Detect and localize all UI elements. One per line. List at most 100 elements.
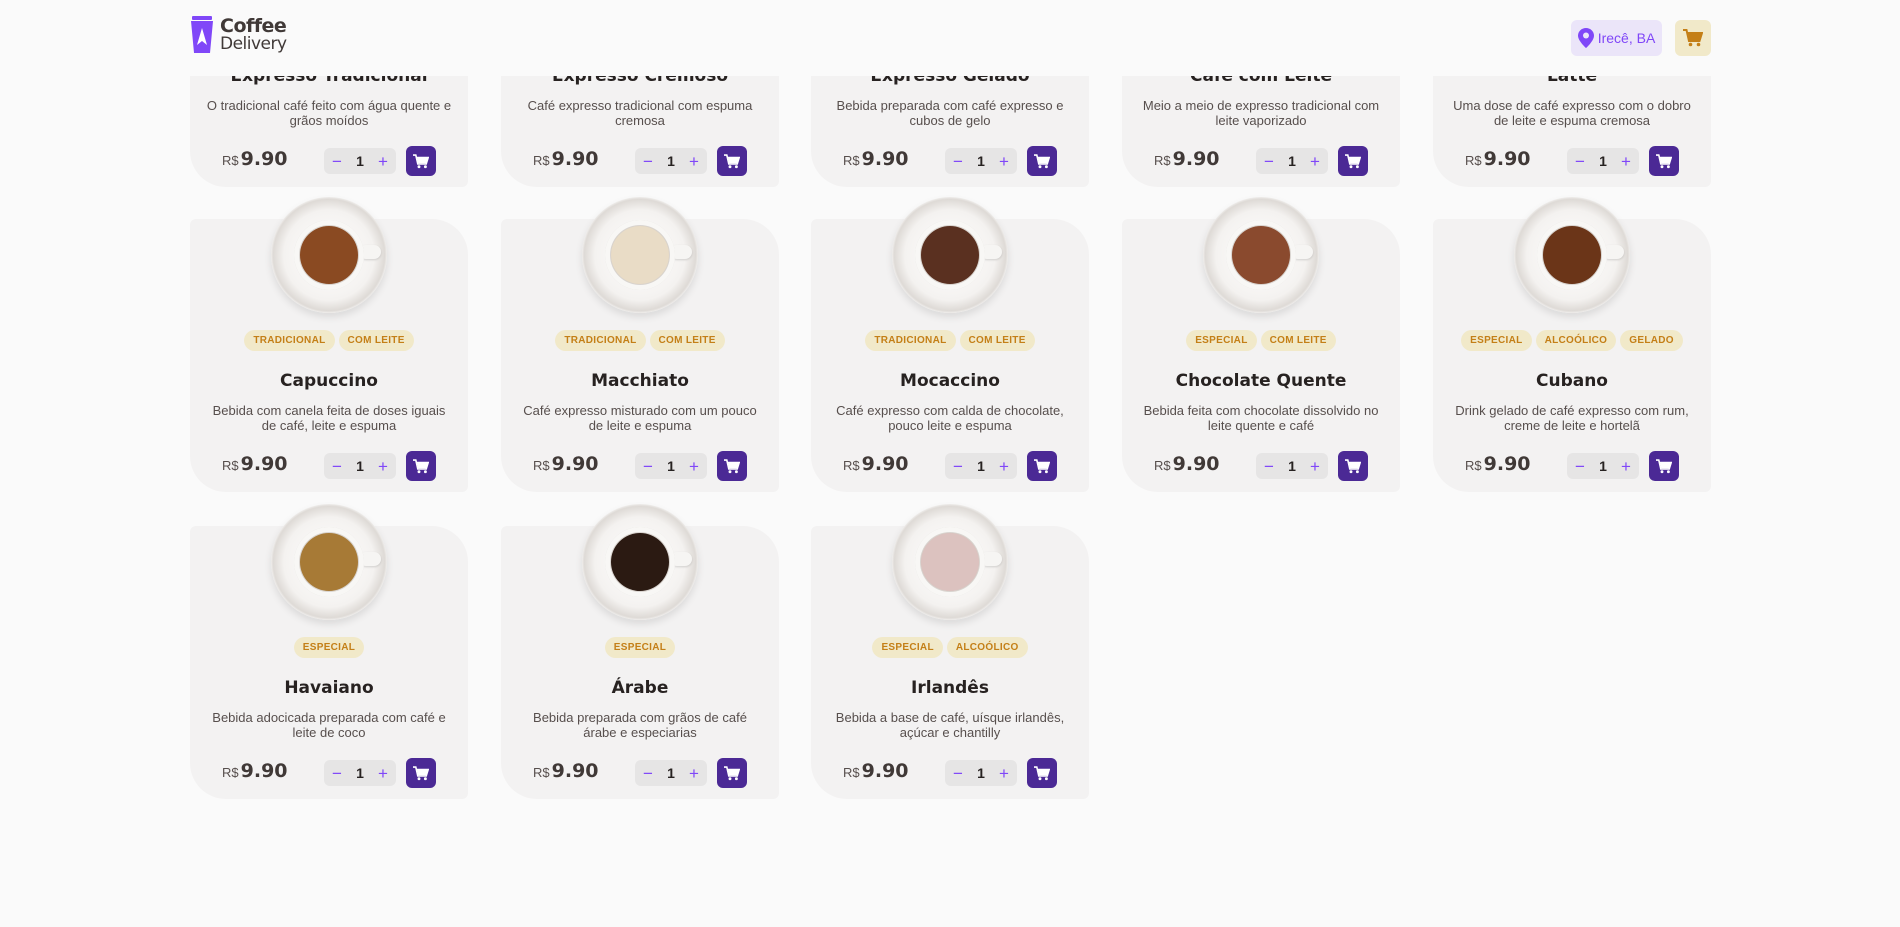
price-value: 9.90 xyxy=(551,148,599,170)
tag-list: Especial xyxy=(501,637,779,658)
price: R$ 9.90 xyxy=(222,453,288,475)
plus-icon[interactable]: + xyxy=(1310,153,1320,170)
minus-icon[interactable]: − xyxy=(1575,458,1585,475)
quantity-stepper: − 1 + xyxy=(324,453,396,479)
plus-icon[interactable]: + xyxy=(999,765,1009,782)
quantity-stepper: − 1 + xyxy=(945,453,1017,479)
shopping-cart-icon xyxy=(1034,458,1050,474)
price: R$ 9.90 xyxy=(533,453,599,475)
add-to-cart-button[interactable] xyxy=(717,146,747,176)
minus-icon[interactable]: − xyxy=(332,153,342,170)
add-to-cart-button[interactable] xyxy=(1649,146,1679,176)
coffee-image xyxy=(1514,197,1630,313)
plus-icon[interactable]: + xyxy=(689,765,699,782)
currency-symbol: R$ xyxy=(222,765,239,780)
add-to-cart-button[interactable] xyxy=(1027,758,1057,788)
quantity-value: 1 xyxy=(1599,153,1607,169)
quantity-value: 1 xyxy=(667,458,675,474)
coffee-description: Bebida com canela feita de doses iguais … xyxy=(212,403,446,433)
plus-icon[interactable]: + xyxy=(689,153,699,170)
shopping-cart-icon xyxy=(1656,458,1672,474)
add-to-cart-button[interactable] xyxy=(406,758,436,788)
coffee-image xyxy=(1203,197,1319,313)
coffee-description: Uma dose de café expresso com o dobro de… xyxy=(1453,98,1691,128)
minus-icon[interactable]: − xyxy=(1264,153,1274,170)
shopping-cart-icon xyxy=(1345,458,1361,474)
coffee-description: Bebida preparada com grãos de café árabe… xyxy=(533,710,747,740)
minus-icon[interactable]: − xyxy=(1264,458,1274,475)
quantity-stepper: − 1 + xyxy=(945,760,1017,786)
coffee-image xyxy=(582,504,698,620)
price-value: 9.90 xyxy=(240,760,288,782)
add-to-cart-button[interactable] xyxy=(1027,146,1057,176)
currency-symbol: R$ xyxy=(222,153,239,168)
currency-symbol: R$ xyxy=(222,458,239,473)
shopping-cart-icon xyxy=(413,458,429,474)
coffee-card: Tradicional Com leite Mocaccino Café expr… xyxy=(811,197,1089,492)
quantity-value: 1 xyxy=(356,458,364,474)
price-value: 9.90 xyxy=(1172,148,1220,170)
quantity-value: 1 xyxy=(356,765,364,781)
add-to-cart-button[interactable] xyxy=(717,758,747,788)
add-to-cart-button[interactable] xyxy=(406,451,436,481)
tag-badge: Com leite xyxy=(649,330,725,351)
logo[interactable]: Coffee Delivery xyxy=(190,16,287,54)
add-to-cart-button[interactable] xyxy=(406,146,436,176)
coffee-description: Bebida adocicada preparada com café e le… xyxy=(212,710,446,740)
currency-symbol: R$ xyxy=(1154,458,1171,473)
add-to-cart-button[interactable] xyxy=(717,451,747,481)
plus-icon[interactable]: + xyxy=(1621,153,1631,170)
price-value: 9.90 xyxy=(861,148,909,170)
coffee-name: Chocolate Quente xyxy=(1175,371,1347,391)
minus-icon[interactable]: − xyxy=(953,765,963,782)
tag-list: Tradicional Com leite xyxy=(190,330,468,351)
coffee-description: Bebida a base de café, uísque irlandês, … xyxy=(835,710,1065,740)
location-badge[interactable]: Irecê, BA xyxy=(1571,20,1662,56)
coffee-description: Meio a meio de expresso tradicional com … xyxy=(1142,98,1380,128)
currency-symbol: R$ xyxy=(533,765,550,780)
plus-icon[interactable]: + xyxy=(378,765,388,782)
minus-icon[interactable]: − xyxy=(1575,153,1585,170)
plus-icon[interactable]: + xyxy=(378,458,388,475)
cart-button[interactable] xyxy=(1675,20,1711,56)
tag-list: Tradicional Com leite xyxy=(501,330,779,351)
minus-icon[interactable]: − xyxy=(953,153,963,170)
coffee-description: Bebida preparada com café expresso e cub… xyxy=(836,98,1064,128)
price-value: 9.90 xyxy=(551,453,599,475)
add-to-cart-button[interactable] xyxy=(1338,146,1368,176)
plus-icon[interactable]: + xyxy=(999,458,1009,475)
shopping-cart-icon xyxy=(724,153,740,169)
quantity-value: 1 xyxy=(667,765,675,781)
coffee-description: Café expresso misturado com um pouco de … xyxy=(523,403,757,433)
coffee-name: Havaiano xyxy=(284,678,374,698)
plus-icon[interactable]: + xyxy=(1310,458,1320,475)
tag-badge: Gelado xyxy=(1620,330,1683,351)
plus-icon[interactable]: + xyxy=(1621,458,1631,475)
minus-icon[interactable]: − xyxy=(643,458,653,475)
plus-icon[interactable]: + xyxy=(999,153,1009,170)
minus-icon[interactable]: − xyxy=(643,153,653,170)
shopping-cart-icon xyxy=(1034,765,1050,781)
add-to-cart-button[interactable] xyxy=(1649,451,1679,481)
map-pin-icon xyxy=(1577,28,1594,48)
price: R$ 9.90 xyxy=(843,453,909,475)
minus-icon[interactable]: − xyxy=(332,765,342,782)
tag-list: Especial Com leite xyxy=(1122,330,1400,351)
quantity-stepper: − 1 + xyxy=(945,148,1017,174)
currency-symbol: R$ xyxy=(533,153,550,168)
add-to-cart-button[interactable] xyxy=(1338,451,1368,481)
tag-badge: Especial xyxy=(872,637,943,658)
plus-icon[interactable]: + xyxy=(378,153,388,170)
minus-icon[interactable]: − xyxy=(643,765,653,782)
quantity-value: 1 xyxy=(977,458,985,474)
coffee-name: Cubano xyxy=(1535,371,1608,391)
add-to-cart-button[interactable] xyxy=(1027,451,1057,481)
minus-icon[interactable]: − xyxy=(953,458,963,475)
price: R$ 9.90 xyxy=(843,760,909,782)
coffee-cup-icon xyxy=(191,16,213,53)
minus-icon[interactable]: − xyxy=(332,458,342,475)
quantity-value: 1 xyxy=(1599,458,1607,474)
quantity-value: 1 xyxy=(1288,458,1296,474)
shopping-cart-icon xyxy=(1656,153,1672,169)
plus-icon[interactable]: + xyxy=(689,458,699,475)
